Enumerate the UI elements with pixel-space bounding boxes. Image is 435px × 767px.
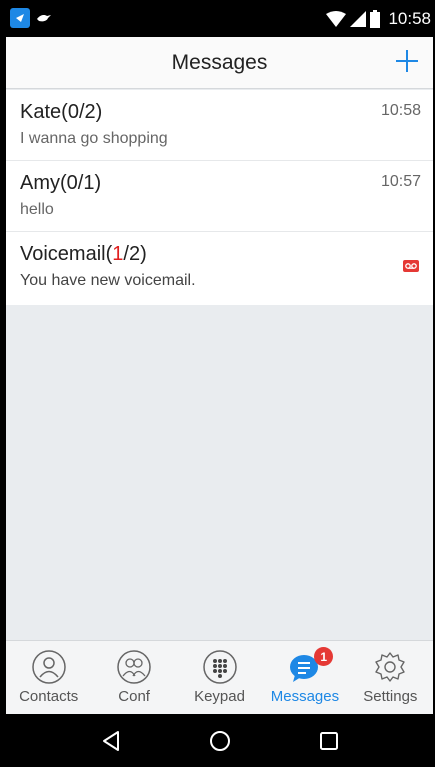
status-time: 10:58 (388, 8, 431, 28)
tab-keypad[interactable]: Keypad (177, 641, 262, 714)
app-notification-icon (10, 8, 30, 28)
keypad-icon (202, 650, 237, 684)
voicemail-icon (403, 260, 419, 272)
message-preview: You have new voicemail. (20, 272, 196, 289)
app-header: Messages (6, 37, 433, 89)
conversation-name: Voicemail(1/2) (20, 243, 147, 265)
message-row-kate[interactable]: Kate(0/2) I wanna go shopping 10:58 (6, 90, 433, 161)
tab-contacts[interactable]: Contacts (6, 641, 91, 714)
gear-icon (375, 652, 406, 682)
page-title: Messages (171, 51, 268, 74)
conference-icon (117, 650, 151, 684)
message-list: Kate(0/2) I wanna go shopping 10:58 Amy(… (6, 90, 433, 305)
unread-badge: 1 (314, 647, 334, 666)
message-time: 10:58 (380, 102, 421, 119)
status-bar: 10:58 (6, 0, 433, 37)
tab-conf[interactable]: Conf (91, 641, 176, 714)
tab-label: Conf (118, 688, 150, 705)
back-triangle-icon (102, 730, 119, 751)
recents-square-icon (319, 731, 338, 750)
back-button[interactable] (91, 721, 131, 761)
add-message-button[interactable] (393, 47, 421, 75)
android-nav-bar (6, 714, 433, 767)
bottom-tab-bar: Contacts Conf Keypad 1 Messages Settings (6, 640, 433, 714)
signal-icon (350, 10, 367, 27)
tab-settings[interactable]: Settings (348, 641, 433, 714)
home-button[interactable] (200, 721, 240, 761)
tab-label: Settings (363, 688, 418, 705)
home-circle-icon (209, 730, 230, 751)
bird-notification-icon (37, 15, 51, 22)
tab-label: Keypad (194, 688, 245, 705)
message-row-voicemail[interactable]: Voicemail(1/2) You have new voicemail. (6, 232, 433, 305)
app-screen: 10:58 Messages Kate(0/2) I wanna go shop… (6, 0, 433, 767)
message-preview: hello (20, 201, 54, 218)
recents-button[interactable] (309, 721, 349, 761)
message-time: 10:57 (380, 173, 421, 190)
contacts-icon (31, 650, 66, 684)
tab-label: Contacts (19, 688, 79, 705)
conversation-name: Amy(0/1) (20, 172, 102, 194)
message-row-amy[interactable]: Amy(0/1) hello 10:57 (6, 161, 433, 232)
tab-messages[interactable]: 1 Messages (262, 641, 347, 714)
conversation-name: Kate(0/2) (20, 101, 103, 123)
battery-icon (370, 9, 381, 28)
status-indicators: 10:58 (326, 0, 431, 37)
wifi-icon (326, 10, 347, 27)
tab-label: Messages (270, 688, 340, 705)
message-preview: I wanna go shopping (20, 130, 168, 147)
unread-count: 1 (112, 243, 124, 265)
